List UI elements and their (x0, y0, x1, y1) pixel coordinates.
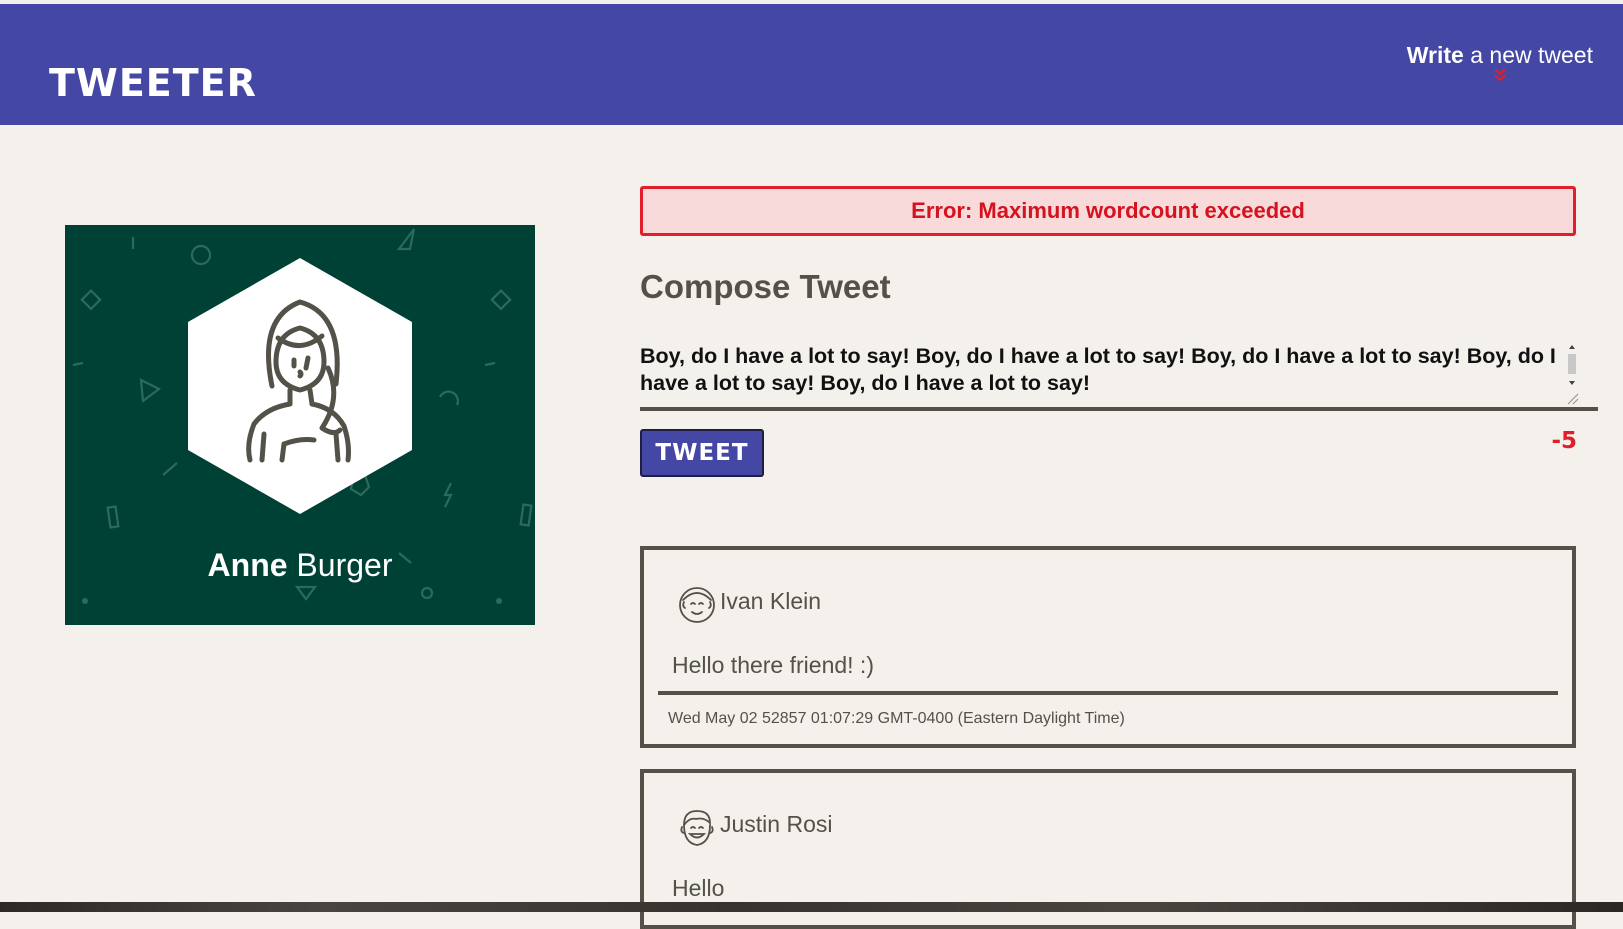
smiling-man-avatar-icon (680, 810, 714, 846)
write-tweet-toggle[interactable]: Write a new tweet (1407, 42, 1593, 83)
new-tweet-label: a new tweet (1463, 42, 1593, 68)
write-label: Write (1406, 42, 1464, 68)
scroll-down-arrow-icon (1569, 381, 1575, 385)
tweet-timestamp: Wed May 02 52857 01:07:29 GMT-0400 (East… (668, 710, 1125, 727)
character-counter: -5 (1551, 428, 1577, 454)
double-chevron-down-icon[interactable] (1492, 67, 1508, 83)
desktop-background-strip (0, 902, 1623, 912)
tweet-content: Hello (672, 875, 725, 901)
navbar: TWEETER Write a new tweet (0, 4, 1623, 125)
man-avatar-icon (679, 587, 715, 623)
textarea-scrollbar[interactable] (1565, 344, 1579, 406)
scroll-up-arrow-icon (1569, 345, 1575, 349)
tweet-card: Ivan Klein Hello there friend! :) Wed Ma… (640, 546, 1576, 748)
profile-card: Anne Burger (65, 225, 535, 625)
tweet-button[interactable]: TWEET (640, 429, 764, 477)
compose-title: Compose Tweet (640, 268, 891, 305)
profile-name: Anne Burger (65, 547, 535, 584)
tweet-author: Ivan Klein (720, 588, 822, 614)
scroll-thumb (1568, 354, 1576, 374)
tweet-content: Hello there friend! :) (672, 652, 874, 678)
brand-logo[interactable]: TWEETER (49, 61, 257, 105)
profile-first-name: Anne (207, 547, 288, 583)
resize-handle-icon (1567, 393, 1579, 405)
profile-last-name: Burger (287, 547, 393, 583)
tweet-textarea[interactable]: Boy, do I have a lot to say! Boy, do I h… (640, 343, 1598, 411)
tweet-divider (658, 691, 1558, 695)
avatar (188, 258, 412, 514)
woman-avatar-icon (188, 258, 412, 514)
tweet-author: Justin Rosi (720, 811, 833, 837)
error-alert: Error: Maximum wordcount exceeded (640, 186, 1576, 236)
